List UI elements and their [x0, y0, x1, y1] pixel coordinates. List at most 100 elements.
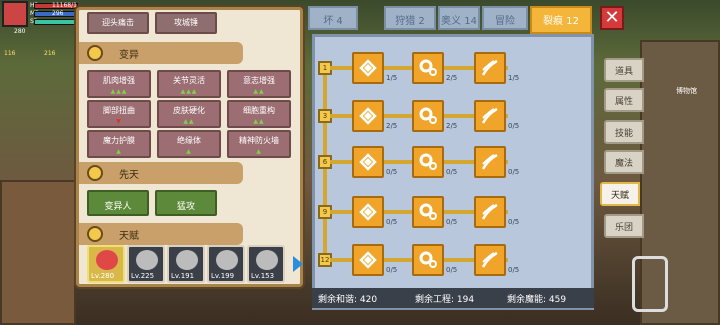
- level-badge: 280: [14, 28, 26, 35]
- mutation-tile[interactable]: 脚部扭曲 ▼: [87, 100, 151, 128]
- close-icon[interactable]: ✕: [600, 6, 624, 30]
- building-label: 博物馆: [676, 87, 697, 95]
- talent-node[interactable]: [352, 244, 384, 276]
- hp-value: 11168/1: [52, 2, 77, 9]
- side-menu-4[interactable]: 天赋: [600, 182, 640, 206]
- talent-node[interactable]: [352, 196, 384, 228]
- skill-label: 攻城锤: [174, 18, 198, 27]
- skill-label: 迎头痛击: [102, 18, 134, 27]
- mutation-icon: [87, 45, 103, 61]
- section-header-innate: 先天: [79, 162, 243, 184]
- rank-arrows-icon: ▲▲: [253, 88, 265, 95]
- mutation-label: 肌肉增强: [103, 76, 135, 85]
- scroll-right-arrow-icon[interactable]: [293, 256, 303, 272]
- hero-slot[interactable]: Lv.225: [127, 245, 165, 283]
- hero-level: Lv.153: [251, 272, 275, 280]
- talent-count: 0/5: [386, 168, 398, 176]
- floor-tiles: [0, 180, 76, 325]
- rank-arrows-icon: ▲: [256, 148, 262, 155]
- side-menu-5[interactable]: 乐团: [604, 214, 644, 238]
- hero-portrait: [256, 250, 278, 270]
- side-menu-2[interactable]: 技能: [604, 120, 644, 144]
- talent-count: 1/5: [386, 74, 398, 82]
- star-icon: [87, 226, 103, 242]
- mutation-tile[interactable]: 魔力护膜 ▲: [87, 130, 151, 158]
- section-title: 变异: [119, 50, 139, 61]
- talent-count: 1/5: [508, 74, 520, 82]
- section-header-talent: 天赋: [79, 223, 243, 245]
- section-header-mutation: 变异: [79, 42, 243, 64]
- hero-slot[interactable]: Lv.153: [247, 245, 285, 283]
- innate-trait[interactable]: 猛攻: [155, 190, 217, 216]
- mutation-tile[interactable]: 皮肤硬化 ▲▲: [157, 100, 221, 128]
- mutation-tile[interactable]: 关节灵活 ▲▲▲: [157, 70, 221, 98]
- talent-node[interactable]: [352, 100, 384, 132]
- sp-bar: [34, 19, 78, 25]
- talent-count: 0/5: [508, 122, 520, 130]
- rank-arrows-icon: ▲: [116, 148, 122, 155]
- mutation-tile[interactable]: 肌肉增强 ▲▲▲: [87, 70, 151, 98]
- innate-trait[interactable]: 变异人: [87, 190, 149, 216]
- tab-1[interactable]: 狩猎 2: [384, 6, 436, 30]
- talent-count: 0/5: [446, 218, 458, 226]
- section-title: 天赋: [119, 231, 139, 242]
- tab-0[interactable]: 坏 4: [308, 6, 358, 30]
- rank-arrows-icon: ▲▲: [253, 118, 265, 125]
- talent-count: 2/5: [446, 122, 458, 130]
- engineering-remaining: 剩余工程: 194: [415, 295, 475, 305]
- section-title: 先天: [119, 170, 139, 181]
- talent-node[interactable]: [352, 52, 384, 84]
- talent-count: 0/5: [386, 218, 398, 226]
- talent-node[interactable]: [412, 196, 444, 228]
- side-menu-0[interactable]: 道具: [604, 58, 644, 82]
- joystick-icon[interactable]: [632, 256, 668, 312]
- hero-portrait: [96, 250, 118, 270]
- mutation-tile[interactable]: 意志增强 ▲▲: [227, 70, 291, 98]
- hero-slot[interactable]: Lv.199: [207, 245, 245, 283]
- tab-3[interactable]: 冒险: [482, 6, 528, 30]
- mp-value: 296: [52, 10, 64, 17]
- resource-footer: 剩余和谐: 420 剩余工程: 194 剩余魔能: 459: [312, 288, 594, 308]
- tab-2[interactable]: 奥义 14: [438, 6, 480, 30]
- skill-tile[interactable]: 迎头痛击: [87, 12, 149, 34]
- mutation-label: 关节灵活: [173, 76, 205, 85]
- tab-4[interactable]: 裂痕 12: [530, 6, 592, 34]
- coin-count-1: 116: [4, 50, 16, 57]
- talent-node[interactable]: [412, 52, 444, 84]
- talent-node[interactable]: [474, 52, 506, 84]
- skill-tile[interactable]: 攻城锤: [155, 12, 217, 34]
- hero-level: Lv.191: [171, 272, 195, 280]
- rank-arrows-icon: ▲: [186, 148, 192, 155]
- mutation-tile[interactable]: 细胞重构 ▲▲: [227, 100, 291, 128]
- hero-slot[interactable]: Lv.280: [87, 245, 125, 283]
- talent-count: 0/5: [386, 266, 398, 274]
- talent-node[interactable]: [474, 146, 506, 178]
- innate-icon: [87, 165, 103, 181]
- mutation-tile[interactable]: 精神防火墙 ▲: [227, 130, 291, 158]
- player-avatar[interactable]: [2, 1, 28, 27]
- talent-node[interactable]: [412, 244, 444, 276]
- rank-arrows-icon: ▲▲▲: [110, 88, 128, 95]
- talent-node[interactable]: [412, 146, 444, 178]
- talent-count: 0/5: [508, 266, 520, 274]
- harmony-remaining: 剩余和谐: 420: [318, 295, 378, 305]
- talent-node[interactable]: [474, 196, 506, 228]
- rank-arrows-icon: ▼: [116, 118, 122, 125]
- mutation-tile[interactable]: 绝缘体 ▲: [157, 130, 221, 158]
- coin-count-2: 216: [44, 50, 56, 57]
- hero-level: Lv.280: [91, 272, 115, 280]
- hero-portrait: [216, 250, 238, 270]
- magic-remaining: 剩余魔能: 459: [507, 295, 567, 305]
- player-hud: HP 11168/1 MP 296 SP 280 116 216: [0, 0, 80, 57]
- side-menu-1[interactable]: 属性: [604, 88, 644, 112]
- talent-node[interactable]: [352, 146, 384, 178]
- talent-node[interactable]: [474, 244, 506, 276]
- talent-node[interactable]: [412, 100, 444, 132]
- talent-count: 0/5: [508, 168, 520, 176]
- mutation-label: 意志增强: [243, 76, 275, 85]
- hero-slot[interactable]: Lv.191: [167, 245, 205, 283]
- rank-arrows-icon: ▲▲: [183, 118, 195, 125]
- side-menu-3[interactable]: 魔法: [604, 150, 644, 174]
- mutation-label: 精神防火墙: [239, 136, 279, 145]
- talent-node[interactable]: [474, 100, 506, 132]
